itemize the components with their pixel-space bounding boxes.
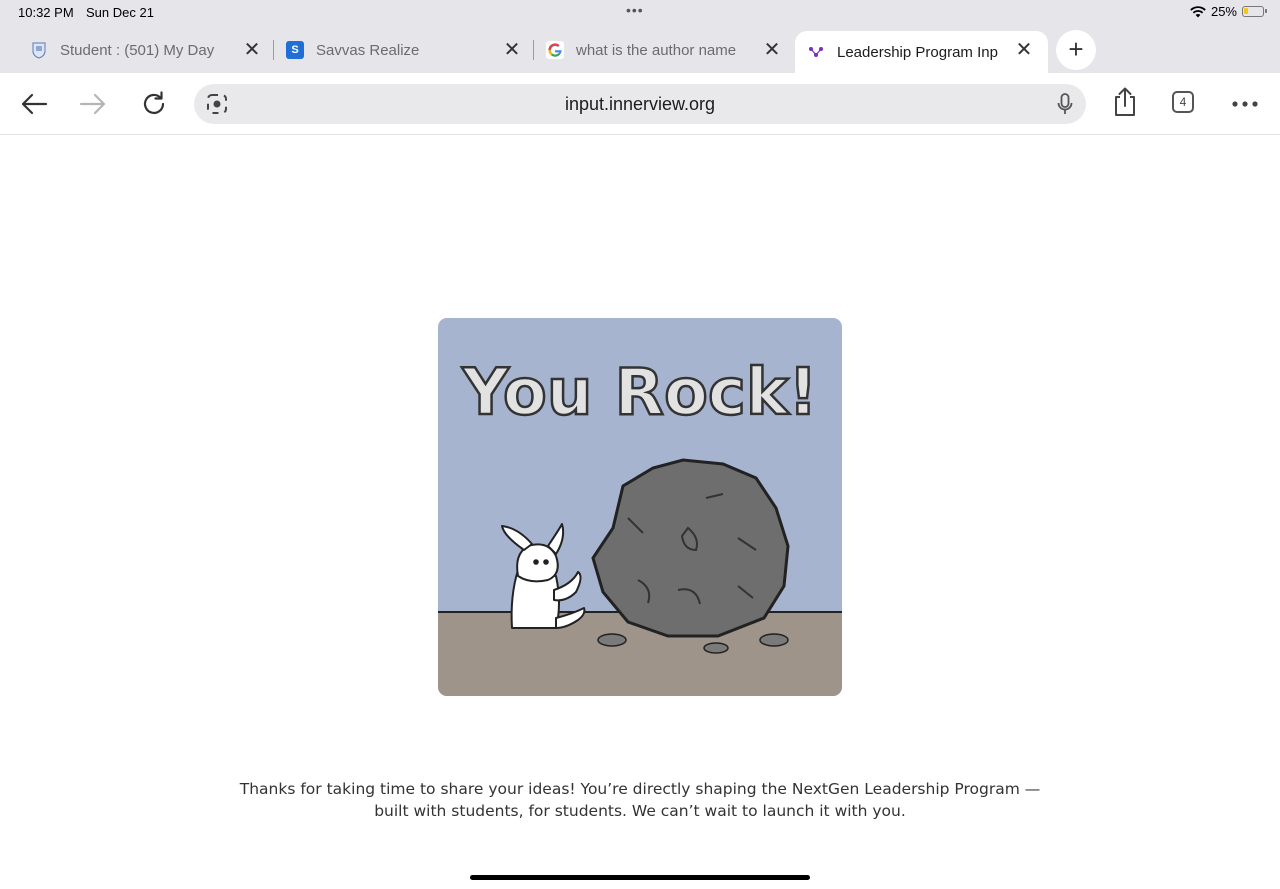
multitasking-dots-icon[interactable]: ••• (626, 2, 644, 18)
status-bar: 10:32 PM Sun Dec 21 ••• 25% (0, 0, 1280, 26)
status-indicators: 25% (1190, 4, 1267, 19)
page-content: You Rock! Thanks for taking time to shar… (0, 135, 1280, 889)
google-logo-icon (546, 41, 564, 59)
reload-button[interactable] (139, 89, 169, 119)
tab-savvas-realize[interactable]: S Savvas Realize ✕ (274, 31, 536, 69)
tab-title: Student : (501) My Day (60, 41, 215, 59)
tab-google-search[interactable]: what is the author name ✕ (534, 31, 796, 69)
status-date: Sun Dec 21 (86, 5, 154, 20)
tab-title: Savvas Realize (316, 41, 420, 59)
wifi-icon (1190, 5, 1206, 17)
tab-title: what is the author name (576, 41, 737, 59)
arrow-right-icon (79, 93, 106, 115)
tab-leadership-program[interactable]: Leadership Program Inp ✕ (795, 31, 1048, 73)
tab-count-button[interactable]: 4 (1172, 91, 1194, 113)
battery-level (1244, 8, 1248, 14)
status-time: 10:32 PM (18, 5, 74, 20)
arrow-left-icon (21, 93, 48, 115)
tab-strip: Student : (501) My Day ✕ S Savvas Realiz… (0, 26, 1280, 73)
message-line-2: built with students, for students. We ca… (374, 802, 906, 820)
forward-button[interactable] (78, 89, 108, 119)
message-line-1: Thanks for taking time to share your ide… (239, 780, 1041, 798)
close-icon[interactable]: ✕ (242, 40, 262, 60)
close-icon[interactable]: ✕ (762, 40, 782, 60)
more-menu-button[interactable] (1230, 89, 1260, 119)
tab-title: Leadership Program Inp (837, 43, 998, 61)
browser-toolbar: input.innerview.org 4 (0, 73, 1280, 135)
home-indicator[interactable] (470, 875, 810, 880)
innerview-logo-icon (807, 43, 825, 61)
back-button[interactable] (19, 89, 49, 119)
url-text: input.innerview.org (564, 94, 716, 114)
share-icon (1115, 87, 1135, 116)
address-bar[interactable]: input.innerview.org (194, 84, 1086, 124)
tab-student-my-day[interactable]: Student : (501) My Day ✕ (14, 31, 276, 69)
battery-percent: 25% (1210, 4, 1237, 19)
microphone-icon[interactable] (1056, 92, 1074, 121)
savvas-logo-icon: S (286, 41, 304, 59)
thank-you-message: Thanks for taking time to share your ide… (200, 778, 1080, 822)
you-rock-illustration: You Rock! (438, 318, 842, 696)
close-icon[interactable]: ✕ (1014, 40, 1034, 60)
close-icon[interactable]: ✕ (502, 40, 522, 60)
new-tab-button[interactable]: + (1056, 30, 1096, 70)
more-icon (1232, 101, 1258, 107)
share-button[interactable] (1110, 87, 1140, 117)
battery-icon (1242, 6, 1267, 17)
you-rock-heading: You Rock! (461, 356, 817, 430)
school-crest-icon (30, 41, 48, 59)
reload-icon (143, 91, 165, 114)
